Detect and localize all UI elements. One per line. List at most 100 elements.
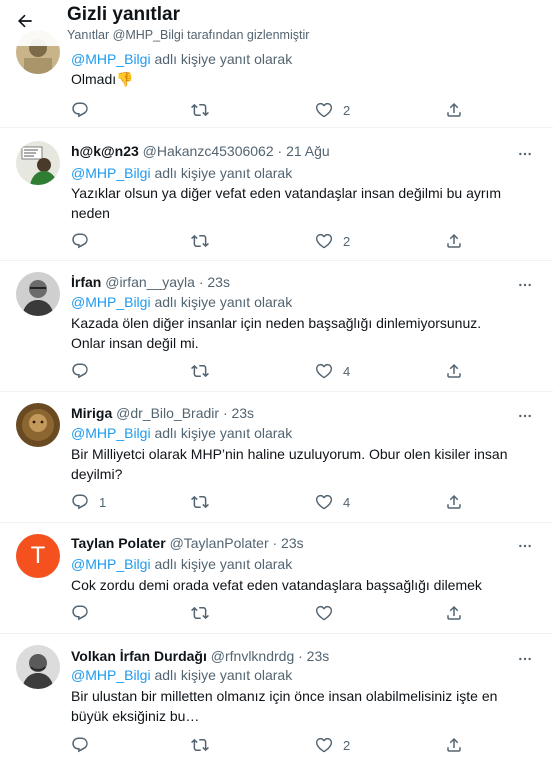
tweet-text: Bir ulustan bir milletten olmanız için ö… (71, 688, 498, 724)
tweet[interactable]: h@k@n23 @Hakanzc45306062 · 21 Ağu @MHP_B… (0, 128, 553, 261)
retweet-button[interactable] (191, 229, 209, 253)
tweet[interactable]: İrfan @irfan__yayla · 23s @MHP_Bilgi adl… (0, 261, 553, 392)
share-button[interactable] (445, 601, 463, 625)
reply-icon (71, 493, 89, 511)
retweet-button[interactable] (191, 98, 209, 122)
tweet[interactable]: Volkan İrfan Durdağı @rfnvlkndrdg · 23s … (0, 634, 553, 758)
reply-to-line: @MHP_Bilgi adlı kişiye yanıt olarak (71, 165, 293, 181)
user-handle[interactable]: @TaylanPolater (170, 535, 269, 551)
user-handle[interactable]: @dr_Bilo_Bradir (116, 405, 219, 421)
retweet-icon (191, 604, 209, 622)
reply-to-line: @MHP_Bilgi adlı kişiye yanıt olarak (71, 51, 293, 67)
reply-icon (71, 736, 89, 754)
tweet-header: Volkan İrfan Durdağı @rfnvlkndrdg · 23s (71, 648, 329, 664)
timestamp[interactable]: · 23s (223, 405, 254, 421)
more-options-button[interactable] (515, 649, 535, 669)
tweet-actions: 2 (63, 98, 483, 122)
user-handle[interactable]: @irfan__yayla (105, 274, 195, 290)
display-name[interactable]: Volkan İrfan Durdağı (71, 648, 207, 664)
retweet-button[interactable] (191, 733, 209, 757)
tweet-actions: 1 4 (63, 490, 483, 514)
mention-link[interactable]: @MHP_Bilgi (71, 294, 151, 310)
more-icon (517, 408, 533, 424)
page-subtitle: Yanıtlar @MHP_Bilgi tarafından gizlenmiş… (67, 28, 310, 42)
user-handle[interactable]: @Hakanzc45306062 (143, 143, 274, 159)
share-icon (445, 232, 463, 250)
more-options-button[interactable] (515, 275, 535, 295)
retweet-icon (191, 232, 209, 250)
mention-link[interactable]: @MHP_Bilgi (71, 165, 151, 181)
back-button[interactable] (10, 8, 40, 38)
mention-link[interactable]: @MHP_Bilgi (71, 556, 151, 572)
reply-icon (71, 604, 89, 622)
display-name[interactable]: Miriga (71, 405, 112, 421)
tweet-header: h@k@n23 @Hakanzc45306062 · 21 Ağu (71, 143, 330, 159)
page-title: Gizli yanıtlar (67, 4, 180, 25)
reply-button[interactable] (71, 359, 99, 383)
tweet-text: Kazada ölen diğer insanlar için neden ba… (71, 315, 482, 351)
reply-to-line: @MHP_Bilgi adlı kişiye yanıt olarak (71, 425, 293, 441)
more-options-button[interactable] (515, 536, 535, 556)
reply-button[interactable] (71, 733, 99, 757)
avatar[interactable] (16, 403, 60, 447)
reply-to-line: @MHP_Bilgi adlı kişiye yanıt olarak (71, 667, 293, 683)
avatar[interactable] (16, 645, 60, 689)
reply-icon (71, 362, 89, 380)
retweet-button[interactable] (191, 359, 209, 383)
mention-link[interactable]: @MHP_Bilgi (71, 667, 151, 683)
more-icon (517, 651, 533, 667)
reply-icon (71, 232, 89, 250)
tweet-header: Taylan Polater @TaylanPolater · 23s (71, 535, 304, 551)
avatar[interactable] (16, 141, 60, 185)
more-options-button[interactable] (515, 144, 535, 164)
timestamp[interactable]: · 23s (298, 648, 329, 664)
share-button[interactable] (445, 733, 463, 757)
reply-button[interactable] (71, 98, 99, 122)
timestamp[interactable]: · 23s (273, 535, 304, 551)
heart-icon (315, 493, 333, 511)
reply-to-line: @MHP_Bilgi adlı kişiye yanıt olarak (71, 556, 293, 572)
like-button[interactable] (315, 601, 343, 625)
tweet-actions: 2 (63, 733, 483, 757)
display-name[interactable]: h@k@n23 (71, 143, 139, 159)
display-name[interactable]: Taylan Polater (71, 535, 166, 551)
retweet-button[interactable] (191, 490, 209, 514)
retweet-icon (191, 493, 209, 511)
tweet-text: Olmadı👎 (71, 71, 134, 87)
avatar-letter: T (30, 542, 46, 569)
like-button[interactable]: 2 (315, 229, 350, 253)
share-button[interactable] (445, 229, 463, 253)
reply-button[interactable] (71, 229, 99, 253)
reply-to-line: @MHP_Bilgi adlı kişiye yanıt olarak (71, 294, 293, 310)
heart-icon (315, 362, 333, 380)
tweet-header: İrfan @irfan__yayla · 23s (71, 274, 230, 290)
reply-button[interactable]: 1 (71, 490, 106, 514)
tweet[interactable]: Miriga @dr_Bilo_Bradir · 23s @MHP_Bilgi … (0, 392, 553, 523)
like-button[interactable]: 4 (315, 490, 350, 514)
share-icon (445, 604, 463, 622)
heart-icon (315, 232, 333, 250)
share-icon (445, 493, 463, 511)
reply-button[interactable] (71, 601, 99, 625)
like-button[interactable]: 2 (315, 98, 350, 122)
tweet[interactable]: T Taylan Polater @TaylanPolater · 23s @M… (0, 523, 553, 634)
mention-link[interactable]: @MHP_Bilgi (71, 425, 151, 441)
like-button[interactable]: 4 (315, 359, 350, 383)
like-button[interactable]: 2 (315, 733, 350, 757)
share-button[interactable] (445, 490, 463, 514)
mention-link[interactable]: @MHP_Bilgi (71, 51, 151, 67)
more-options-button[interactable] (515, 406, 535, 426)
heart-icon (315, 101, 333, 119)
timestamp[interactable]: · 21 Ağu (278, 143, 330, 159)
share-button[interactable] (445, 98, 463, 122)
share-button[interactable] (445, 359, 463, 383)
tweet-actions: 4 (63, 359, 483, 383)
retweet-button[interactable] (191, 601, 209, 625)
avatar[interactable] (16, 272, 60, 316)
user-handle[interactable]: @rfnvlkndrdg (211, 648, 294, 664)
heart-icon (315, 604, 333, 622)
tweet-actions: 2 (63, 229, 483, 253)
display-name[interactable]: İrfan (71, 274, 101, 290)
timestamp[interactable]: · 23s (199, 274, 230, 290)
avatar[interactable]: T (16, 534, 60, 578)
